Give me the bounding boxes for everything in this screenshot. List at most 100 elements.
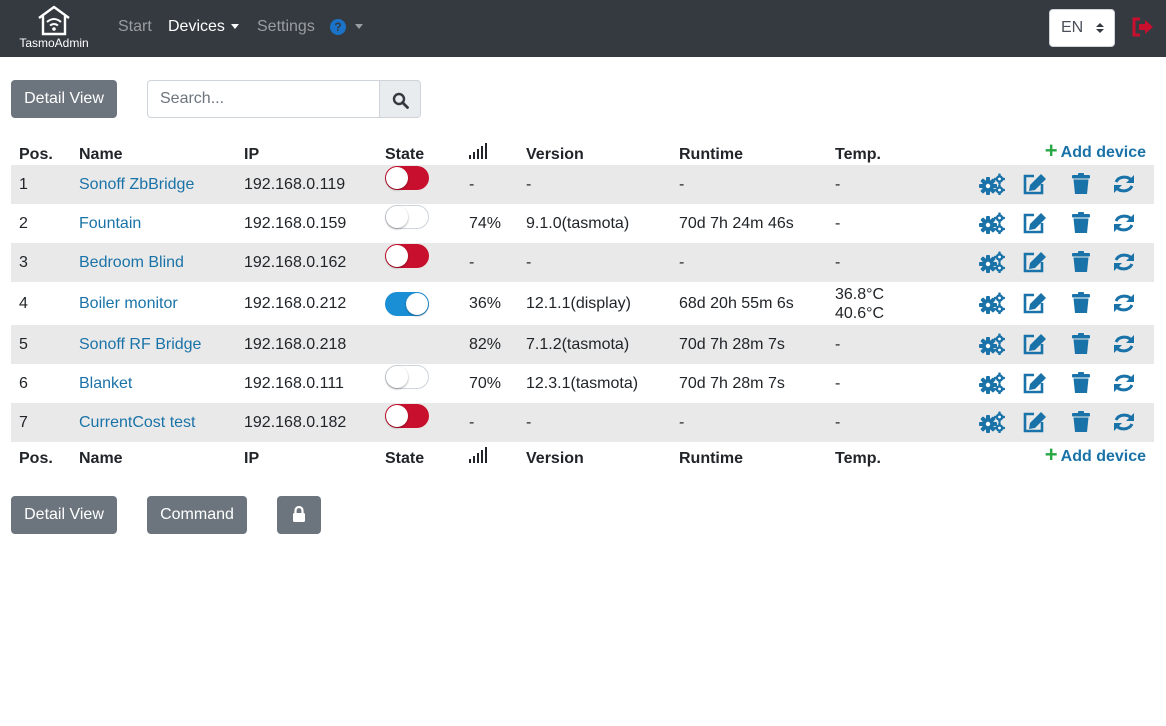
cell-temp: 36.8°C 40.6°C bbox=[835, 282, 945, 325]
header-state[interactable]: State bbox=[385, 138, 469, 165]
trash-icon[interactable] bbox=[1066, 211, 1092, 236]
toggle-knob bbox=[386, 405, 408, 428]
temp-value-2: 40.6°C bbox=[835, 304, 885, 322]
nav-devices[interactable]: Devices bbox=[168, 18, 239, 36]
edit-icon[interactable] bbox=[1022, 251, 1048, 275]
device-name-link[interactable]: Bedroom Blind bbox=[79, 254, 184, 271]
header-pos[interactable]: Pos. bbox=[11, 138, 79, 165]
detail-view-button[interactable]: Detail View bbox=[11, 80, 117, 118]
state-toggle[interactable] bbox=[385, 404, 429, 429]
refresh-icon[interactable] bbox=[1110, 333, 1136, 357]
gears-icon[interactable] bbox=[978, 212, 1005, 236]
state-toggle[interactable] bbox=[385, 244, 429, 269]
cell-temp: - bbox=[835, 243, 945, 282]
gears-icon[interactable] bbox=[978, 372, 1005, 396]
gears-icon[interactable] bbox=[978, 251, 1005, 275]
top-navbar: TasmoAdmin Start Devices Settings ? EN bbox=[0, 0, 1166, 57]
trash-icon[interactable] bbox=[1066, 172, 1092, 197]
edit-icon[interactable] bbox=[1022, 372, 1048, 396]
temp-value: - bbox=[835, 413, 841, 431]
add-device-link-bottom[interactable]: + Add device bbox=[945, 442, 1154, 469]
brand-name: TasmoAdmin bbox=[19, 36, 89, 50]
state-toggle[interactable] bbox=[385, 365, 429, 390]
nav-settings[interactable]: Settings bbox=[257, 18, 315, 36]
refresh-icon[interactable] bbox=[1110, 411, 1136, 435]
help-circle-icon: ? bbox=[330, 18, 346, 35]
help-menu[interactable]: ? bbox=[330, 18, 363, 36]
edit-icon[interactable] bbox=[1022, 411, 1048, 435]
chevron-down-icon bbox=[230, 24, 239, 30]
refresh-icon[interactable] bbox=[1110, 212, 1136, 236]
search-input[interactable] bbox=[147, 80, 380, 118]
detail-view-button-bottom[interactable]: Detail View bbox=[11, 496, 117, 534]
refresh-icon[interactable] bbox=[1110, 292, 1136, 316]
header-runtime[interactable]: Runtime bbox=[679, 138, 835, 165]
device-name-link[interactable]: Blanket bbox=[79, 375, 132, 392]
device-name-link[interactable]: Sonoff ZbBridge bbox=[79, 176, 194, 193]
footer-temp[interactable]: Temp. bbox=[835, 442, 945, 469]
header-version[interactable]: Version bbox=[526, 138, 679, 165]
edit-icon[interactable] bbox=[1022, 292, 1048, 316]
gears-icon[interactable] bbox=[978, 333, 1005, 357]
footer-version[interactable]: Version bbox=[526, 442, 679, 469]
header-signal[interactable] bbox=[469, 138, 526, 165]
header-ip[interactable]: IP bbox=[244, 138, 385, 165]
gears-icon[interactable] bbox=[978, 411, 1005, 435]
footer-pos[interactable]: Pos. bbox=[11, 442, 79, 469]
gears-icon[interactable] bbox=[978, 173, 1005, 197]
cell-name: Sonoff ZbBridge bbox=[79, 165, 244, 204]
add-device-link-top[interactable]: + Add device bbox=[945, 138, 1154, 165]
cell-runtime: 68d 20h 55m 6s bbox=[679, 294, 794, 312]
devices-table: Pos. Name IP State Version Runtime Temp.… bbox=[11, 138, 1154, 469]
lock-button[interactable] bbox=[277, 496, 321, 534]
nav-start[interactable]: Start bbox=[118, 18, 152, 36]
trash-icon[interactable] bbox=[1066, 332, 1092, 357]
search-button[interactable] bbox=[379, 80, 421, 118]
temp-value: - bbox=[835, 253, 841, 271]
footer-signal[interactable] bbox=[469, 442, 526, 469]
table-row: 1 Sonoff ZbBridge 192.168.0.119 - - - - bbox=[11, 165, 1154, 204]
cell-version: - bbox=[526, 253, 532, 271]
device-name-link[interactable]: Sonoff RF Bridge bbox=[79, 336, 201, 353]
cell-runtime: - bbox=[679, 413, 685, 431]
gears-icon[interactable] bbox=[978, 292, 1005, 316]
footer-runtime[interactable]: Runtime bbox=[679, 442, 835, 469]
logout-button[interactable] bbox=[1131, 17, 1155, 42]
footer-name[interactable]: Name bbox=[79, 442, 244, 469]
state-toggle[interactable] bbox=[385, 166, 429, 191]
refresh-icon[interactable] bbox=[1110, 251, 1136, 275]
trash-icon[interactable] bbox=[1066, 291, 1092, 316]
cell-state bbox=[385, 204, 469, 243]
edit-icon[interactable] bbox=[1022, 173, 1048, 197]
state-toggle[interactable] bbox=[385, 291, 429, 316]
temp-value: - bbox=[835, 175, 841, 193]
edit-icon[interactable] bbox=[1022, 333, 1048, 357]
header-name[interactable]: Name bbox=[79, 138, 244, 165]
command-button[interactable]: Command bbox=[147, 496, 247, 534]
toggle-knob bbox=[386, 245, 408, 268]
device-name-link[interactable]: CurrentCost test bbox=[79, 414, 195, 431]
device-name-link[interactable]: Fountain bbox=[79, 215, 141, 232]
add-device-label: Add device bbox=[1060, 448, 1146, 465]
cell-temp: - bbox=[835, 204, 945, 243]
add-device-label: Add device bbox=[1060, 144, 1146, 161]
refresh-icon[interactable] bbox=[1110, 173, 1136, 197]
language-select[interactable]: EN bbox=[1049, 9, 1115, 47]
trash-icon[interactable] bbox=[1066, 410, 1092, 435]
cell-signal: - bbox=[469, 413, 475, 431]
trash-icon[interactable] bbox=[1066, 371, 1092, 396]
trash-icon[interactable] bbox=[1066, 250, 1092, 275]
cell-name: Fountain bbox=[79, 204, 244, 243]
cell-version: - bbox=[526, 413, 532, 431]
device-name-link[interactable]: Boiler monitor bbox=[79, 295, 178, 312]
brand-logo[interactable]: TasmoAdmin bbox=[12, 4, 96, 54]
select-arrows-icon bbox=[1096, 23, 1104, 33]
edit-icon[interactable] bbox=[1022, 212, 1048, 236]
cell-pos: 7 bbox=[19, 413, 28, 431]
header-temp[interactable]: Temp. bbox=[835, 138, 945, 165]
state-toggle[interactable] bbox=[385, 205, 429, 230]
footer-state[interactable]: State bbox=[385, 442, 469, 469]
refresh-icon[interactable] bbox=[1110, 372, 1136, 396]
footer-ip[interactable]: IP bbox=[244, 442, 385, 469]
toggle-knob bbox=[386, 206, 408, 229]
